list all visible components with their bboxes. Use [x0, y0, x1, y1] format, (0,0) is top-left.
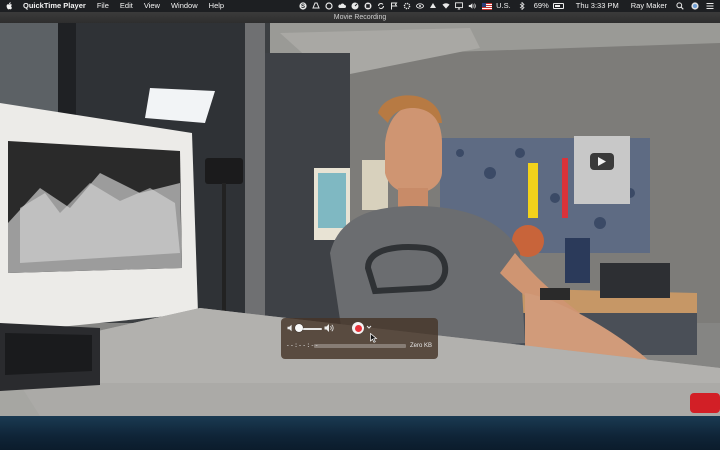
- skype-icon[interactable]: S: [299, 2, 307, 10]
- desktop-wallpaper: [0, 416, 720, 450]
- window-menu[interactable]: Window: [171, 0, 198, 12]
- us-flag-icon[interactable]: [482, 2, 493, 10]
- window-title: Movie Recording: [333, 14, 387, 21]
- siri-icon[interactable]: [691, 2, 699, 10]
- record-dot-icon: [354, 324, 362, 332]
- up-arrow-icon[interactable]: [429, 2, 437, 10]
- input-source-label[interactable]: U.S.: [496, 0, 511, 12]
- sound-icon[interactable]: [468, 2, 476, 10]
- status-area: S U.S. 69% Thu 3:33 PM Ray Maker: [294, 0, 714, 12]
- flag-icon[interactable]: [390, 2, 398, 10]
- user-name[interactable]: Ray Maker: [631, 0, 667, 12]
- wifi-icon[interactable]: [442, 2, 450, 10]
- record-button[interactable]: [352, 322, 364, 334]
- apple-menu-icon[interactable]: [6, 2, 13, 10]
- app-menu[interactable]: QuickTime Player: [23, 0, 86, 12]
- gauge-icon[interactable]: [351, 2, 359, 10]
- svg-text:S: S: [301, 4, 305, 10]
- view-menu[interactable]: View: [144, 0, 160, 12]
- file-menu[interactable]: File: [97, 0, 109, 12]
- settings-icon[interactable]: [403, 2, 411, 10]
- recording-controls: --:--:-- Zero KB: [281, 318, 438, 359]
- airplay-icon[interactable]: [455, 2, 464, 10]
- battery-percent[interactable]: 69%: [534, 0, 549, 12]
- menu-bar: QuickTime Player File Edit View Window H…: [0, 0, 720, 12]
- help-menu[interactable]: Help: [209, 0, 224, 12]
- cloud-icon[interactable]: [338, 2, 347, 10]
- eye-icon[interactable]: [416, 2, 425, 10]
- volume-high-icon: [324, 323, 335, 333]
- battery-icon[interactable]: [552, 3, 564, 9]
- clock[interactable]: Thu 3:33 PM: [576, 0, 619, 12]
- search-icon[interactable]: [676, 2, 684, 10]
- window-titlebar[interactable]: Movie Recording: [0, 12, 720, 23]
- mouse-cursor-icon: [370, 330, 378, 343]
- notifications-icon[interactable]: [706, 2, 714, 10]
- file-size-bar: [314, 344, 406, 348]
- edit-menu[interactable]: Edit: [120, 0, 133, 12]
- drive-icon[interactable]: [312, 2, 320, 10]
- volume-slider-knob[interactable]: [295, 324, 303, 332]
- sync-icon[interactable]: [325, 2, 333, 10]
- sync-icon[interactable]: [377, 2, 385, 10]
- file-size-label: Zero KB: [410, 343, 433, 349]
- bluetooth-icon[interactable]: [518, 2, 526, 10]
- record-status-icon[interactable]: [364, 2, 372, 10]
